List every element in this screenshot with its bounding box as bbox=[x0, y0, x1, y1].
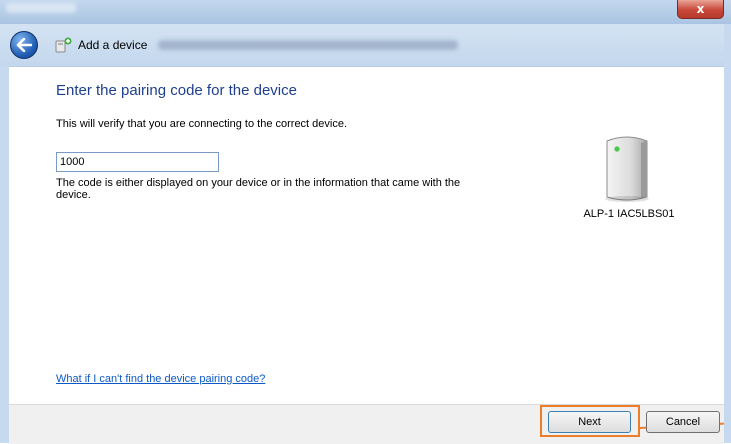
hint-text: The code is either displayed on your dev… bbox=[56, 177, 461, 201]
device-tower-icon bbox=[605, 136, 649, 202]
close-icon: x bbox=[696, 2, 705, 16]
back-button[interactable] bbox=[10, 31, 38, 59]
device-name: ALP-1 IAC5LBS01 bbox=[583, 208, 675, 220]
wizard-title: Add a device bbox=[78, 38, 148, 52]
page-title: Enter the pairing code for the device bbox=[56, 82, 297, 99]
next-button[interactable]: Next bbox=[548, 411, 631, 433]
help-link[interactable]: What if I can't find the device pairing … bbox=[56, 373, 265, 385]
window-title-blurred bbox=[6, 3, 76, 13]
close-button[interactable]: x bbox=[677, 0, 724, 19]
back-arrow-icon bbox=[16, 38, 32, 52]
content-area bbox=[9, 66, 724, 405]
window-border-left bbox=[0, 66, 9, 443]
window-border-right bbox=[724, 24, 731, 443]
navigation-bar: Add a device bbox=[0, 24, 731, 66]
nav-status-blurred bbox=[158, 40, 458, 50]
title-bar: x bbox=[0, 0, 731, 24]
cancel-button[interactable]: Cancel bbox=[646, 411, 720, 433]
add-device-icon bbox=[55, 37, 72, 53]
pairing-code-input[interactable] bbox=[56, 152, 219, 172]
instruction-text: This will verify that you are connecting… bbox=[56, 118, 348, 130]
